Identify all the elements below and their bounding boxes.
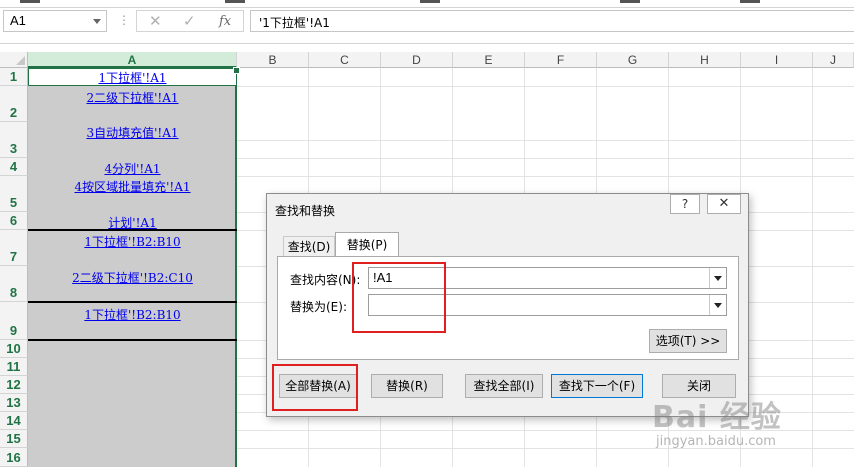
row-header-11[interactable]: 11 xyxy=(0,358,28,376)
cell-border-line xyxy=(28,229,237,231)
tab-replace[interactable]: 替换(P) xyxy=(335,232,399,257)
hyperlink-cell[interactable]: 2二级下拉框'!B2:C10 xyxy=(28,269,237,286)
hyperlink-cell[interactable]: 4分列'!A1 xyxy=(28,160,237,177)
hyperlink-cell[interactable]: 1下拉框'!B2:B10 xyxy=(28,306,237,323)
row-header-3[interactable]: 3 xyxy=(0,122,28,158)
find-what-label: 查找内容(N): xyxy=(290,273,361,287)
help-icon[interactable]: ? xyxy=(670,194,700,214)
ribbon-remnant xyxy=(420,0,440,3)
row-header-12[interactable]: 12 xyxy=(0,376,28,394)
ribbon-remnant xyxy=(620,0,640,3)
ribbon-remnant xyxy=(740,0,760,3)
row-header-6[interactable]: 6 xyxy=(0,212,28,230)
check-icon[interactable]: ✓ xyxy=(183,12,196,30)
hyperlink-cell[interactable]: 1下拉框'!B2:B10 xyxy=(28,233,237,250)
chevron-down-icon[interactable] xyxy=(709,295,726,315)
drag-handle-icon[interactable]: ⋮ xyxy=(118,13,130,27)
formula-buttons: ✕ ✓ fx xyxy=(136,10,244,32)
row-header-15[interactable]: 15 xyxy=(0,430,28,448)
close-icon[interactable]: ✕ xyxy=(707,194,741,214)
insert-function-icon[interactable]: fx xyxy=(219,14,231,29)
ribbon-remnant xyxy=(225,0,245,3)
row-header-4[interactable]: 4 xyxy=(0,158,28,176)
ribbon-edge xyxy=(0,0,854,8)
column-header-g[interactable]: G xyxy=(597,52,669,68)
column-header-e[interactable]: E xyxy=(453,52,525,68)
find-all-button[interactable]: 查找全部(I) xyxy=(465,374,543,398)
watermark-logo: Bai 经验 xyxy=(652,400,782,435)
cancel-icon[interactable]: ✕ xyxy=(149,12,162,30)
name-box[interactable]: A1 xyxy=(3,10,107,32)
replace-button[interactable]: 替换(R) xyxy=(371,374,443,398)
tab-find[interactable]: 查找(D) xyxy=(283,236,335,256)
watermark-url: jingyan.baidu.com xyxy=(656,434,776,449)
dialog-title: 查找和替换 xyxy=(275,204,336,218)
highlight-box-replace-all xyxy=(272,364,358,411)
replace-panel: 查找内容(N): !A1 替换为(E): 选项(T) >> xyxy=(277,256,739,360)
highlight-box-inputs xyxy=(352,262,446,333)
column-header-a[interactable]: A xyxy=(28,52,237,68)
row-header-1[interactable]: 1 xyxy=(0,68,28,86)
formula-input[interactable]: '1下拉框'!A1 xyxy=(250,10,854,32)
baidu-watermark: Bai 经验 jingyan.baidu.com xyxy=(648,392,854,467)
chevron-down-icon[interactable] xyxy=(93,19,101,24)
ribbon-remnant xyxy=(20,0,40,3)
cell-border-line xyxy=(28,301,237,303)
row-header-13[interactable]: 13 xyxy=(0,394,28,412)
column-header-d[interactable]: D xyxy=(381,52,453,68)
cell-border-line xyxy=(28,339,237,341)
row-header-9[interactable]: 9 xyxy=(0,302,28,340)
column-header-c[interactable]: C xyxy=(309,52,381,68)
find-next-button[interactable]: 查找下一个(F) xyxy=(551,374,643,398)
row-header-7[interactable]: 7 xyxy=(0,230,28,266)
row-header-8[interactable]: 8 xyxy=(0,266,28,302)
hyperlink-cell[interactable]: 4按区域批量填充'!A1 xyxy=(28,178,237,195)
row-header-14[interactable]: 14 xyxy=(0,412,28,430)
options-button[interactable]: 选项(T) >> xyxy=(649,329,727,353)
column-header-h[interactable]: H xyxy=(669,52,741,68)
column-header-f[interactable]: F xyxy=(525,52,597,68)
row-header-16[interactable]: 16 xyxy=(0,448,28,467)
hyperlink-cell[interactable]: 2二级下拉框'!A1 xyxy=(28,89,237,106)
select-all-corner[interactable] xyxy=(0,52,28,68)
column-header-b[interactable]: B xyxy=(237,52,309,68)
chevron-down-icon[interactable] xyxy=(709,268,726,288)
row-header-5[interactable]: 5 xyxy=(0,176,28,212)
column-header-j[interactable]: J xyxy=(813,52,854,68)
column-header-i[interactable]: I xyxy=(741,52,813,68)
name-box-value: A1 xyxy=(10,13,26,28)
row-header-10[interactable]: 10 xyxy=(0,340,28,358)
row-header-2[interactable]: 2 xyxy=(0,86,28,122)
replace-with-label: 替换为(E): xyxy=(290,300,347,314)
hyperlink-cell[interactable]: 3自动填充值'!A1 xyxy=(28,124,237,141)
hyperlink-cell[interactable]: 1下拉框'!A1 xyxy=(28,69,237,86)
